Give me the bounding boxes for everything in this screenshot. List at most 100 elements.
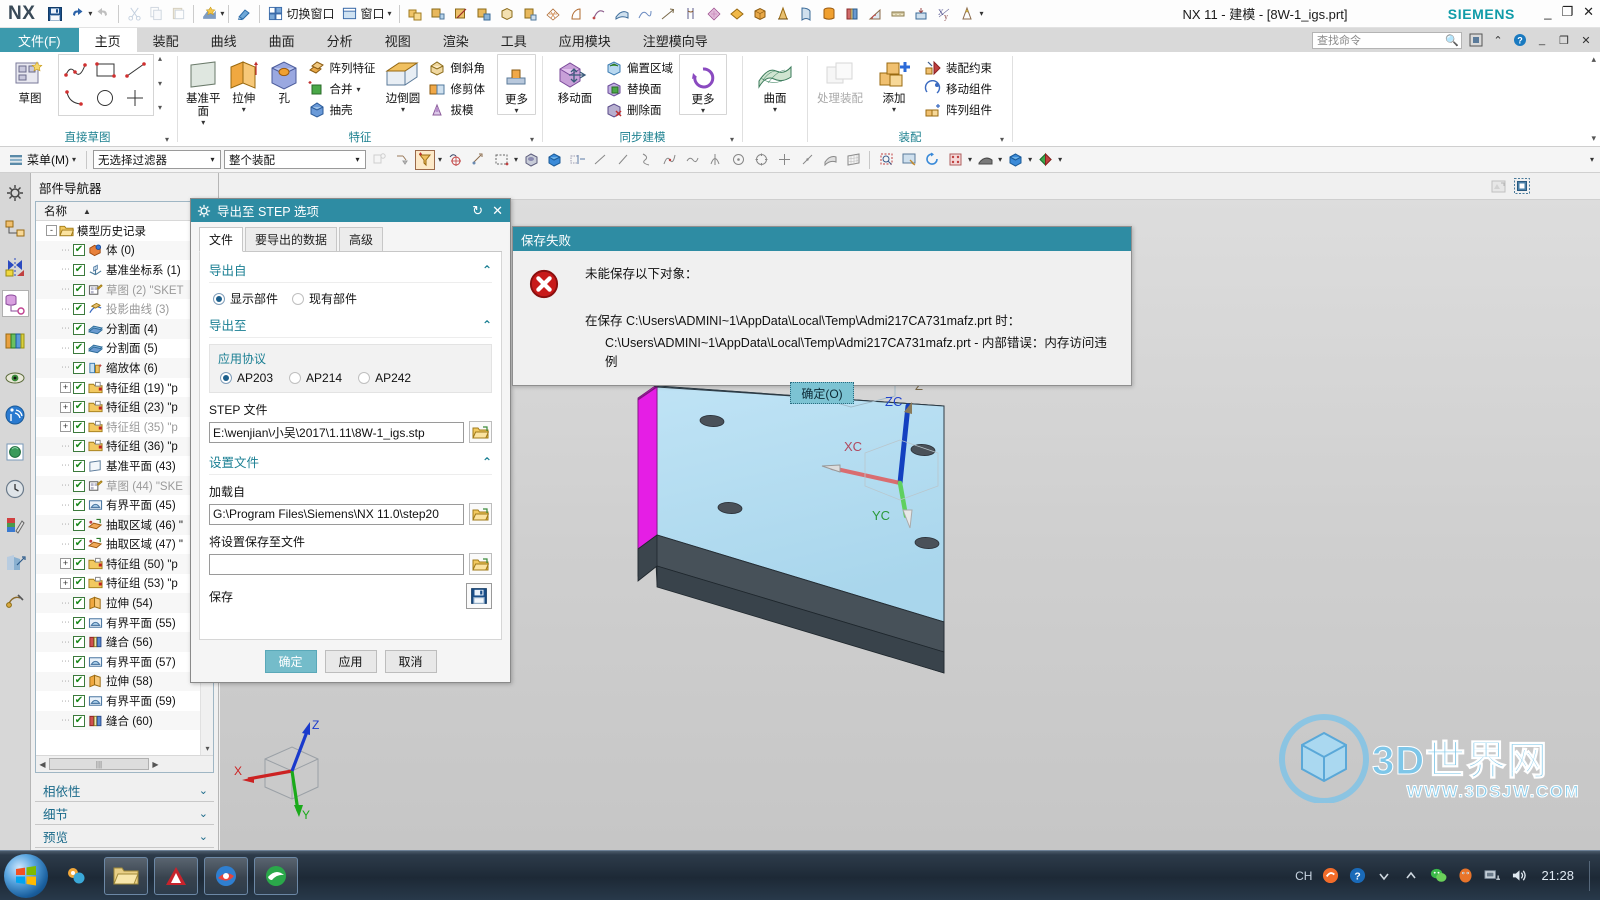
cancel-button[interactable]: 取消 <box>384 649 437 673</box>
resource-bar[interactable] <box>0 173 31 850</box>
radio-ap203[interactable]: AP203 <box>220 371 273 385</box>
step-file-browse-button[interactable] <box>469 421 492 443</box>
application-protocol-box[interactable]: 应用协议 AP203 AP214 AP242 <box>209 344 492 393</box>
assembly-constraint-button[interactable]: 装配约束 <box>922 58 996 78</box>
ruler-icon[interactable] <box>887 3 909 25</box>
fullscreen-icon[interactable] <box>1468 32 1484 48</box>
face-icon[interactable] <box>820 150 840 170</box>
emboss-icon[interactable] <box>910 3 932 25</box>
taskbar-clock[interactable]: 21:28 <box>1537 868 1574 883</box>
tree-row[interactable]: ⋯ ✔ 缩放体 (6) <box>36 358 213 378</box>
search-input[interactable]: 查找命令 🔍 <box>1312 31 1462 49</box>
window-controls[interactable]: _ ❐ ✕ <box>1544 4 1594 20</box>
tree-row[interactable]: ⋯ ✔ 缝合 (56) <box>36 632 213 653</box>
wave-icon[interactable] <box>682 150 702 170</box>
restore-button[interactable]: ❐ <box>1561 4 1573 20</box>
select-filter-dropdown-icon[interactable]: ▾ <box>438 155 442 164</box>
tree-collapse-icon[interactable]: - <box>46 225 57 237</box>
menu-button[interactable]: 菜单(M) ▾ <box>4 151 80 168</box>
extrude-dropdown-icon[interactable]: ▾ <box>242 106 246 114</box>
part-navigator-tree[interactable]: 名称 ▲ - 模型历史记录 ⋯ ✔ 体 (0) ⋯ ✔ 基准坐标系 (1) ⋯ ✔ 草图 (2) "… <box>35 201 214 773</box>
tree-checkbox[interactable]: ✔ <box>73 244 85 257</box>
ribbon-tabbar-right[interactable]: 查找命令 🔍 ⌃ ? _ ❐ ✕ <box>1312 28 1600 52</box>
constraint-navigator-icon[interactable] <box>2 253 29 280</box>
curve-icon-2[interactable] <box>588 3 610 25</box>
tree-checkbox[interactable]: ✔ <box>73 538 85 551</box>
step-file-row[interactable]: E:\wenjian\小吴\2017\1.11\8W-1_igs.stp <box>209 421 492 443</box>
view-orientation-icon[interactable] <box>1005 150 1025 170</box>
angle-icon[interactable] <box>864 3 886 25</box>
view-triad[interactable]: X Y Z <box>230 717 340 822</box>
wechat-icon[interactable] <box>1429 867 1447 885</box>
ribbon-scroll-up-icon[interactable]: ▴ <box>1591 54 1596 65</box>
tree-row[interactable]: ⋯ ✔ 体 (0) <box>36 240 213 261</box>
shading-style-dropdown-icon[interactable]: ▾ <box>998 155 1002 164</box>
tree-checkbox[interactable]: ✔ <box>73 577 85 590</box>
radio-ap242[interactable]: AP242 <box>358 371 411 385</box>
section-dependencies[interactable]: 相依性 ⌄ <box>35 779 214 802</box>
pattern-feature-button[interactable]: 阵列特征 <box>306 58 380 78</box>
cut-icon[interactable] <box>123 3 145 25</box>
unite-button[interactable]: 合并 ▾ <box>306 79 380 99</box>
curve-icon-3[interactable] <box>634 3 656 25</box>
pattern-component-button[interactable]: 阵列组件 <box>922 100 996 120</box>
tree-checkbox[interactable]: ✔ <box>73 322 85 335</box>
tree-checkbox[interactable]: ✔ <box>73 283 85 296</box>
move-face-button[interactable]: 移动面 <box>549 54 601 106</box>
expression-icon[interactable]: Xy <box>933 3 955 25</box>
tree-checkbox[interactable]: ✔ <box>73 695 85 708</box>
tree-row[interactable]: ⋯ ✔ 缝合 (60) <box>36 710 213 731</box>
radio-display-part[interactable]: 显示部件 <box>213 290 278 307</box>
menu-dropdown-icon[interactable]: ▾ <box>72 155 76 164</box>
quadrant-icon[interactable] <box>751 150 771 170</box>
add-component-dropdown-icon[interactable]: ▾ <box>892 106 896 114</box>
tree-row[interactable]: ⋯ ✔ 分割面 (5) <box>36 339 213 359</box>
process-assembly-button[interactable]: 处理装配 <box>814 54 866 106</box>
group-dialog-launcher-icon[interactable]: ▾ <box>530 132 534 148</box>
diamond-icon[interactable] <box>726 3 748 25</box>
qq-icon[interactable] <box>1456 867 1474 885</box>
mesh-icon[interactable] <box>542 3 564 25</box>
chamfer-button[interactable]: 倒斜角 <box>426 58 489 78</box>
tree-row[interactable]: ⋯ ✔ 有界平面 (55) <box>36 613 213 633</box>
tab-view[interactable]: 视图 <box>369 28 427 52</box>
feature-small-buttons[interactable]: 阵列特征 合并 ▾ 抽壳 <box>306 54 380 120</box>
ime-indicator[interactable]: CH <box>1295 869 1312 883</box>
search-icon[interactable]: 🔍 <box>1445 34 1459 47</box>
tree-expand-icon[interactable]: + <box>60 577 71 589</box>
export-dialog-tabs[interactable]: 文件 要导出的数据 高级 <box>199 227 502 252</box>
tree-checkbox[interactable]: ✔ <box>73 381 85 394</box>
center-point-icon[interactable] <box>728 150 748 170</box>
export-step-dialog[interactable]: 导出至 STEP 选项 ↻ ✕ 文件 要导出的数据 高级 导出自 ⌃ 显示部件 … <box>190 198 511 683</box>
tree-body[interactable]: - 模型历史记录 ⋯ ✔ 体 (0) ⋯ ✔ 基准坐标系 (1) ⋯ ✔ 草图 (2) "SKET ⋯… <box>36 221 213 755</box>
doc-close-button[interactable]: ✕ <box>1578 32 1594 48</box>
chevron-down-icon[interactable]: ▾ <box>350 151 365 168</box>
tab-file[interactable]: 文件(F) <box>0 28 79 52</box>
tree-checkbox[interactable]: ✔ <box>73 420 85 433</box>
chevron-down-icon[interactable]: ▾ <box>205 151 220 168</box>
load-from-input[interactable]: G:\Program Files\Siemens\NX 11.0\step20 <box>209 503 464 525</box>
chevron-down-icon[interactable]: ⌄ <box>199 784 214 797</box>
export-from-section-header[interactable]: 导出自 ⌃ <box>209 260 492 283</box>
solid-blue-icon[interactable] <box>544 150 564 170</box>
tree-row[interactable]: + ✔ 特征组 (19) "p <box>36 378 213 398</box>
step-file-input[interactable]: E:\wenjian\小吴\2017\1.11\8W-1_igs.stp <box>209 421 464 443</box>
select-wireframe-icon[interactable] <box>392 150 412 170</box>
replace-face-button[interactable]: 替换面 <box>603 79 677 99</box>
solid-shade-icon[interactable] <box>521 150 541 170</box>
save-icon[interactable] <box>44 3 66 25</box>
taskbar-autocad[interactable] <box>154 856 198 895</box>
chevron-up-icon[interactable]: ⌃ <box>482 263 492 277</box>
tree-checkbox[interactable]: ✔ <box>73 675 85 688</box>
show-desktop-button[interactable] <box>1589 860 1590 891</box>
move-component-button[interactable]: 移动组件 <box>922 79 996 99</box>
system-visualization-icon[interactable] <box>2 586 29 613</box>
group-dialog-launcher-icon[interactable]: ▾ <box>1000 132 1004 148</box>
tree-rows[interactable]: - 模型历史记录 ⋯ ✔ 体 (0) ⋯ ✔ 基准坐标系 (1) ⋯ ✔ 草图 (2) "SKET ⋯… <box>36 221 213 731</box>
tree-row[interactable]: ⋯ ✔ 草图 (44) "SKE <box>36 475 213 496</box>
wcs-orient-icon[interactable] <box>445 150 465 170</box>
offset-region-button[interactable]: 偏置区域 <box>603 58 677 78</box>
solid-icon-1[interactable] <box>496 3 518 25</box>
sheet-icon[interactable] <box>795 3 817 25</box>
fit-view-icon[interactable] <box>899 150 919 170</box>
